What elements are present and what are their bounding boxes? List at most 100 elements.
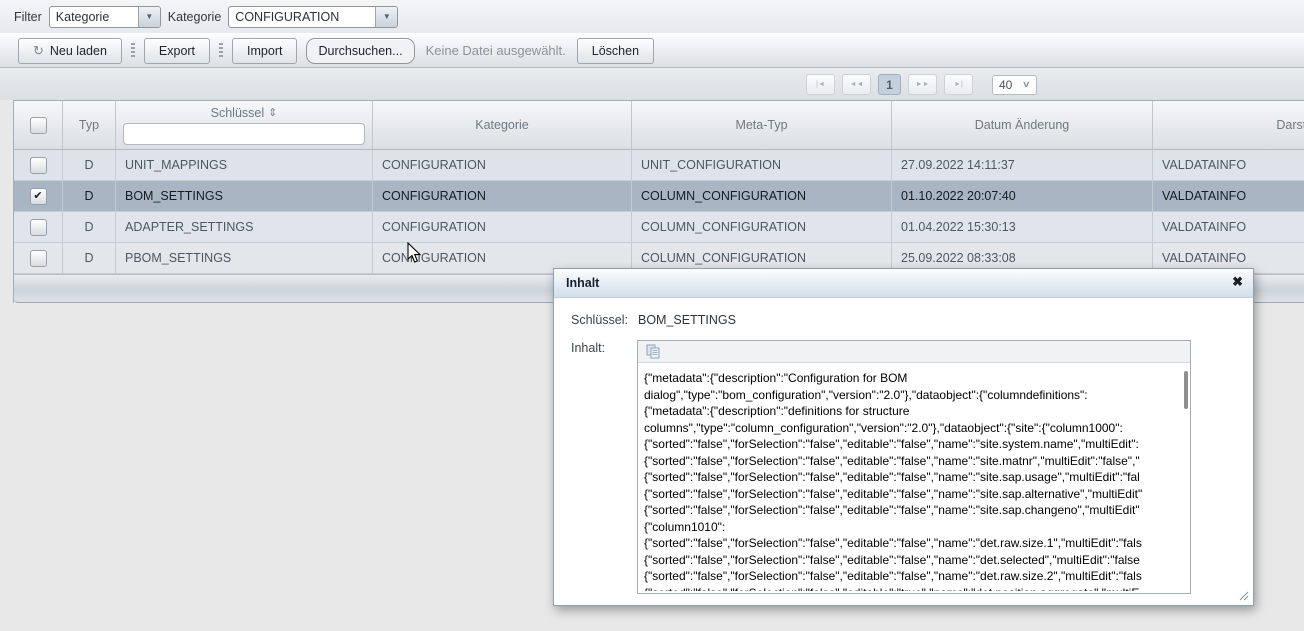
content-line: {"sorted":"false","forSelection":"false"… — [644, 585, 1176, 592]
select-all-checkbox[interactable] — [30, 117, 47, 134]
close-icon[interactable]: ✖ — [1232, 274, 1243, 290]
table-row[interactable]: D UNIT_MAPPINGS CONFIGURATION UNIT_CONFI… — [14, 150, 1304, 181]
content-label: Inhalt: — [571, 341, 605, 355]
cell-meta-typ: UNIT_CONFIGURATION — [632, 150, 892, 180]
filter-type-value: Kategorie — [50, 10, 138, 24]
content-line: {"sorted":"false","forSelection":"false"… — [644, 453, 1176, 470]
cell-meta-typ: COLUMN_CONFIGURATION — [632, 181, 892, 211]
filter-type-combobox[interactable]: Kategorie ▼ — [49, 6, 161, 28]
delete-button-label: Löschen — [592, 44, 639, 58]
content-line: {"metadata":{"description":"Configuratio… — [644, 370, 1176, 387]
inhalt-dialog: Inhalt ✖ Schlüssel: BOM_SETTINGS Inhalt:… — [553, 268, 1254, 606]
content-toolbar — [638, 341, 1190, 363]
page-first-button[interactable]: |◄ — [806, 74, 835, 95]
content-text[interactable]: {"metadata":{"description":"Configuratio… — [638, 363, 1190, 591]
cell-schluessel: UNIT_MAPPINGS — [116, 150, 373, 180]
toolbar-separator — [131, 43, 135, 59]
row-checkbox[interactable] — [30, 250, 47, 267]
content-line: {"sorted":"false","forSelection":"false"… — [644, 486, 1176, 503]
table-row[interactable]: D ADAPTER_SETTINGS CONFIGURATION COLUMN_… — [14, 212, 1304, 243]
cell-darstellung: VALDATAINFO — [1153, 150, 1304, 180]
toolbar-separator — [219, 43, 223, 59]
header-datum-aenderung[interactable]: Datum Änderung — [892, 101, 1153, 149]
dialog-title: Inhalt — [566, 276, 599, 290]
cell-meta-typ: COLUMN_CONFIGURATION — [632, 212, 892, 242]
schluessel-filter-input[interactable] — [123, 123, 365, 145]
delete-button[interactable]: Löschen — [577, 38, 654, 64]
page-prev-button[interactable]: ◄◄ — [842, 74, 871, 95]
chevron-down-icon[interactable]: ▼ — [138, 7, 160, 27]
export-button-label: Export — [159, 44, 195, 58]
sort-icon[interactable]: ⇕ — [268, 106, 277, 119]
content-line: {"sorted":"false","forSelection":"false"… — [644, 436, 1176, 453]
cell-darstellung: VALDATAINFO — [1153, 212, 1304, 242]
cell-datum: 01.04.2022 15:30:13 — [892, 212, 1153, 242]
category-label: Kategorie — [168, 10, 222, 24]
header-kategorie[interactable]: Kategorie — [373, 101, 632, 149]
category-combobox[interactable]: CONFIGURATION ▼ — [228, 6, 398, 28]
cell-schluessel: PBOM_SETTINGS — [116, 243, 373, 273]
header-darstellung[interactable]: Darstellung — [1153, 101, 1304, 149]
cell-kategorie: CONFIGURATION — [373, 181, 632, 211]
cell-typ: D — [63, 212, 116, 242]
content-line: {"sorted":"false","forSelection":"false"… — [644, 568, 1176, 585]
content-line: {"sorted":"false","forSelection":"false"… — [644, 535, 1176, 552]
chevron-down-icon: ∨ — [1022, 79, 1031, 90]
pager: |◄ ◄◄ 1 ►► ►| 40 ∨ — [806, 74, 1037, 95]
page-size-select[interactable]: 40 ∨ — [992, 75, 1037, 95]
page-last-icon: ►| — [954, 81, 963, 88]
mouse-cursor-icon — [407, 242, 422, 264]
cell-typ: D — [63, 243, 116, 273]
row-checkbox[interactable] — [30, 157, 47, 174]
cell-darstellung: VALDATAINFO — [1153, 181, 1304, 211]
reload-button[interactable]: ↻ Neu laden — [18, 38, 122, 64]
content-line: {"sorted":"false","forSelection":"false"… — [644, 502, 1176, 519]
page-next-icon: ►► — [916, 81, 930, 88]
content-scrollbar-thumb[interactable] — [1184, 371, 1188, 409]
category-value: CONFIGURATION — [229, 10, 375, 24]
dialog-resize-grip[interactable] — [1237, 589, 1249, 601]
content-line: {"sorted":"false","forSelection":"false"… — [644, 469, 1176, 486]
table-header: Typ Schlüssel ⇕ Kategorie Meta-Typ Datum… — [14, 101, 1304, 150]
copy-icon[interactable] — [646, 344, 662, 359]
filter-label: Filter — [14, 10, 42, 24]
current-page-indicator[interactable]: 1 — [878, 74, 901, 95]
content-line: {"column1010": — [644, 519, 1176, 536]
chevron-down-icon[interactable]: ▼ — [375, 7, 397, 27]
content-line: dialog","type":"bom_configuration","vers… — [644, 387, 1176, 404]
cell-kategorie: CONFIGURATION — [373, 212, 632, 242]
browse-file-button-label: Durchsuchen... — [318, 44, 402, 58]
cell-schluessel: ADAPTER_SETTINGS — [116, 212, 373, 242]
cell-datum: 01.10.2022 20:07:40 — [892, 181, 1153, 211]
filter-bar: Filter Kategorie ▼ Kategorie CONFIGURATI… — [0, 0, 1304, 33]
dialog-title-bar[interactable]: Inhalt ✖ — [554, 269, 1253, 298]
content-line: {"sorted":"false","forSelection":"false"… — [644, 552, 1176, 569]
page-next-button[interactable]: ►► — [908, 74, 937, 95]
content-box: {"metadata":{"description":"Configuratio… — [637, 340, 1191, 594]
browse-file-button[interactable]: Durchsuchen... — [306, 38, 414, 64]
reload-button-label: Neu laden — [50, 44, 107, 58]
header-typ[interactable]: Typ — [63, 101, 116, 149]
cell-kategorie: CONFIGURATION — [373, 150, 632, 180]
pagination-band — [0, 68, 1304, 100]
page-prev-icon: ◄◄ — [850, 81, 864, 88]
page-last-button[interactable]: ►| — [944, 74, 973, 95]
header-schluessel[interactable]: Schlüssel ⇕ — [116, 101, 373, 149]
cell-schluessel: BOM_SETTINGS — [116, 181, 373, 211]
cell-typ: D — [63, 181, 116, 211]
cell-typ: D — [63, 150, 116, 180]
toolbar: ↻ Neu laden Export Import Durchsuchen...… — [0, 33, 1304, 68]
header-meta-typ[interactable]: Meta-Typ — [632, 101, 892, 149]
refresh-icon: ↻ — [33, 44, 44, 57]
page-first-icon: |◄ — [816, 81, 825, 88]
header-select-all[interactable] — [14, 101, 63, 149]
import-button[interactable]: Import — [232, 38, 297, 64]
export-button[interactable]: Export — [144, 38, 210, 64]
key-label: Schlüssel: — [571, 313, 628, 327]
file-status-text: Keine Datei ausgewählt. — [426, 43, 566, 58]
cell-datum: 27.09.2022 14:11:37 — [892, 150, 1153, 180]
row-checkbox[interactable] — [30, 219, 47, 236]
table-row-selected[interactable]: ✔ D BOM_SETTINGS CONFIGURATION COLUMN_CO… — [14, 181, 1304, 212]
content-line: {"metadata":{"description":"definitions … — [644, 403, 1176, 420]
row-checkbox-checked[interactable]: ✔ — [30, 188, 47, 205]
